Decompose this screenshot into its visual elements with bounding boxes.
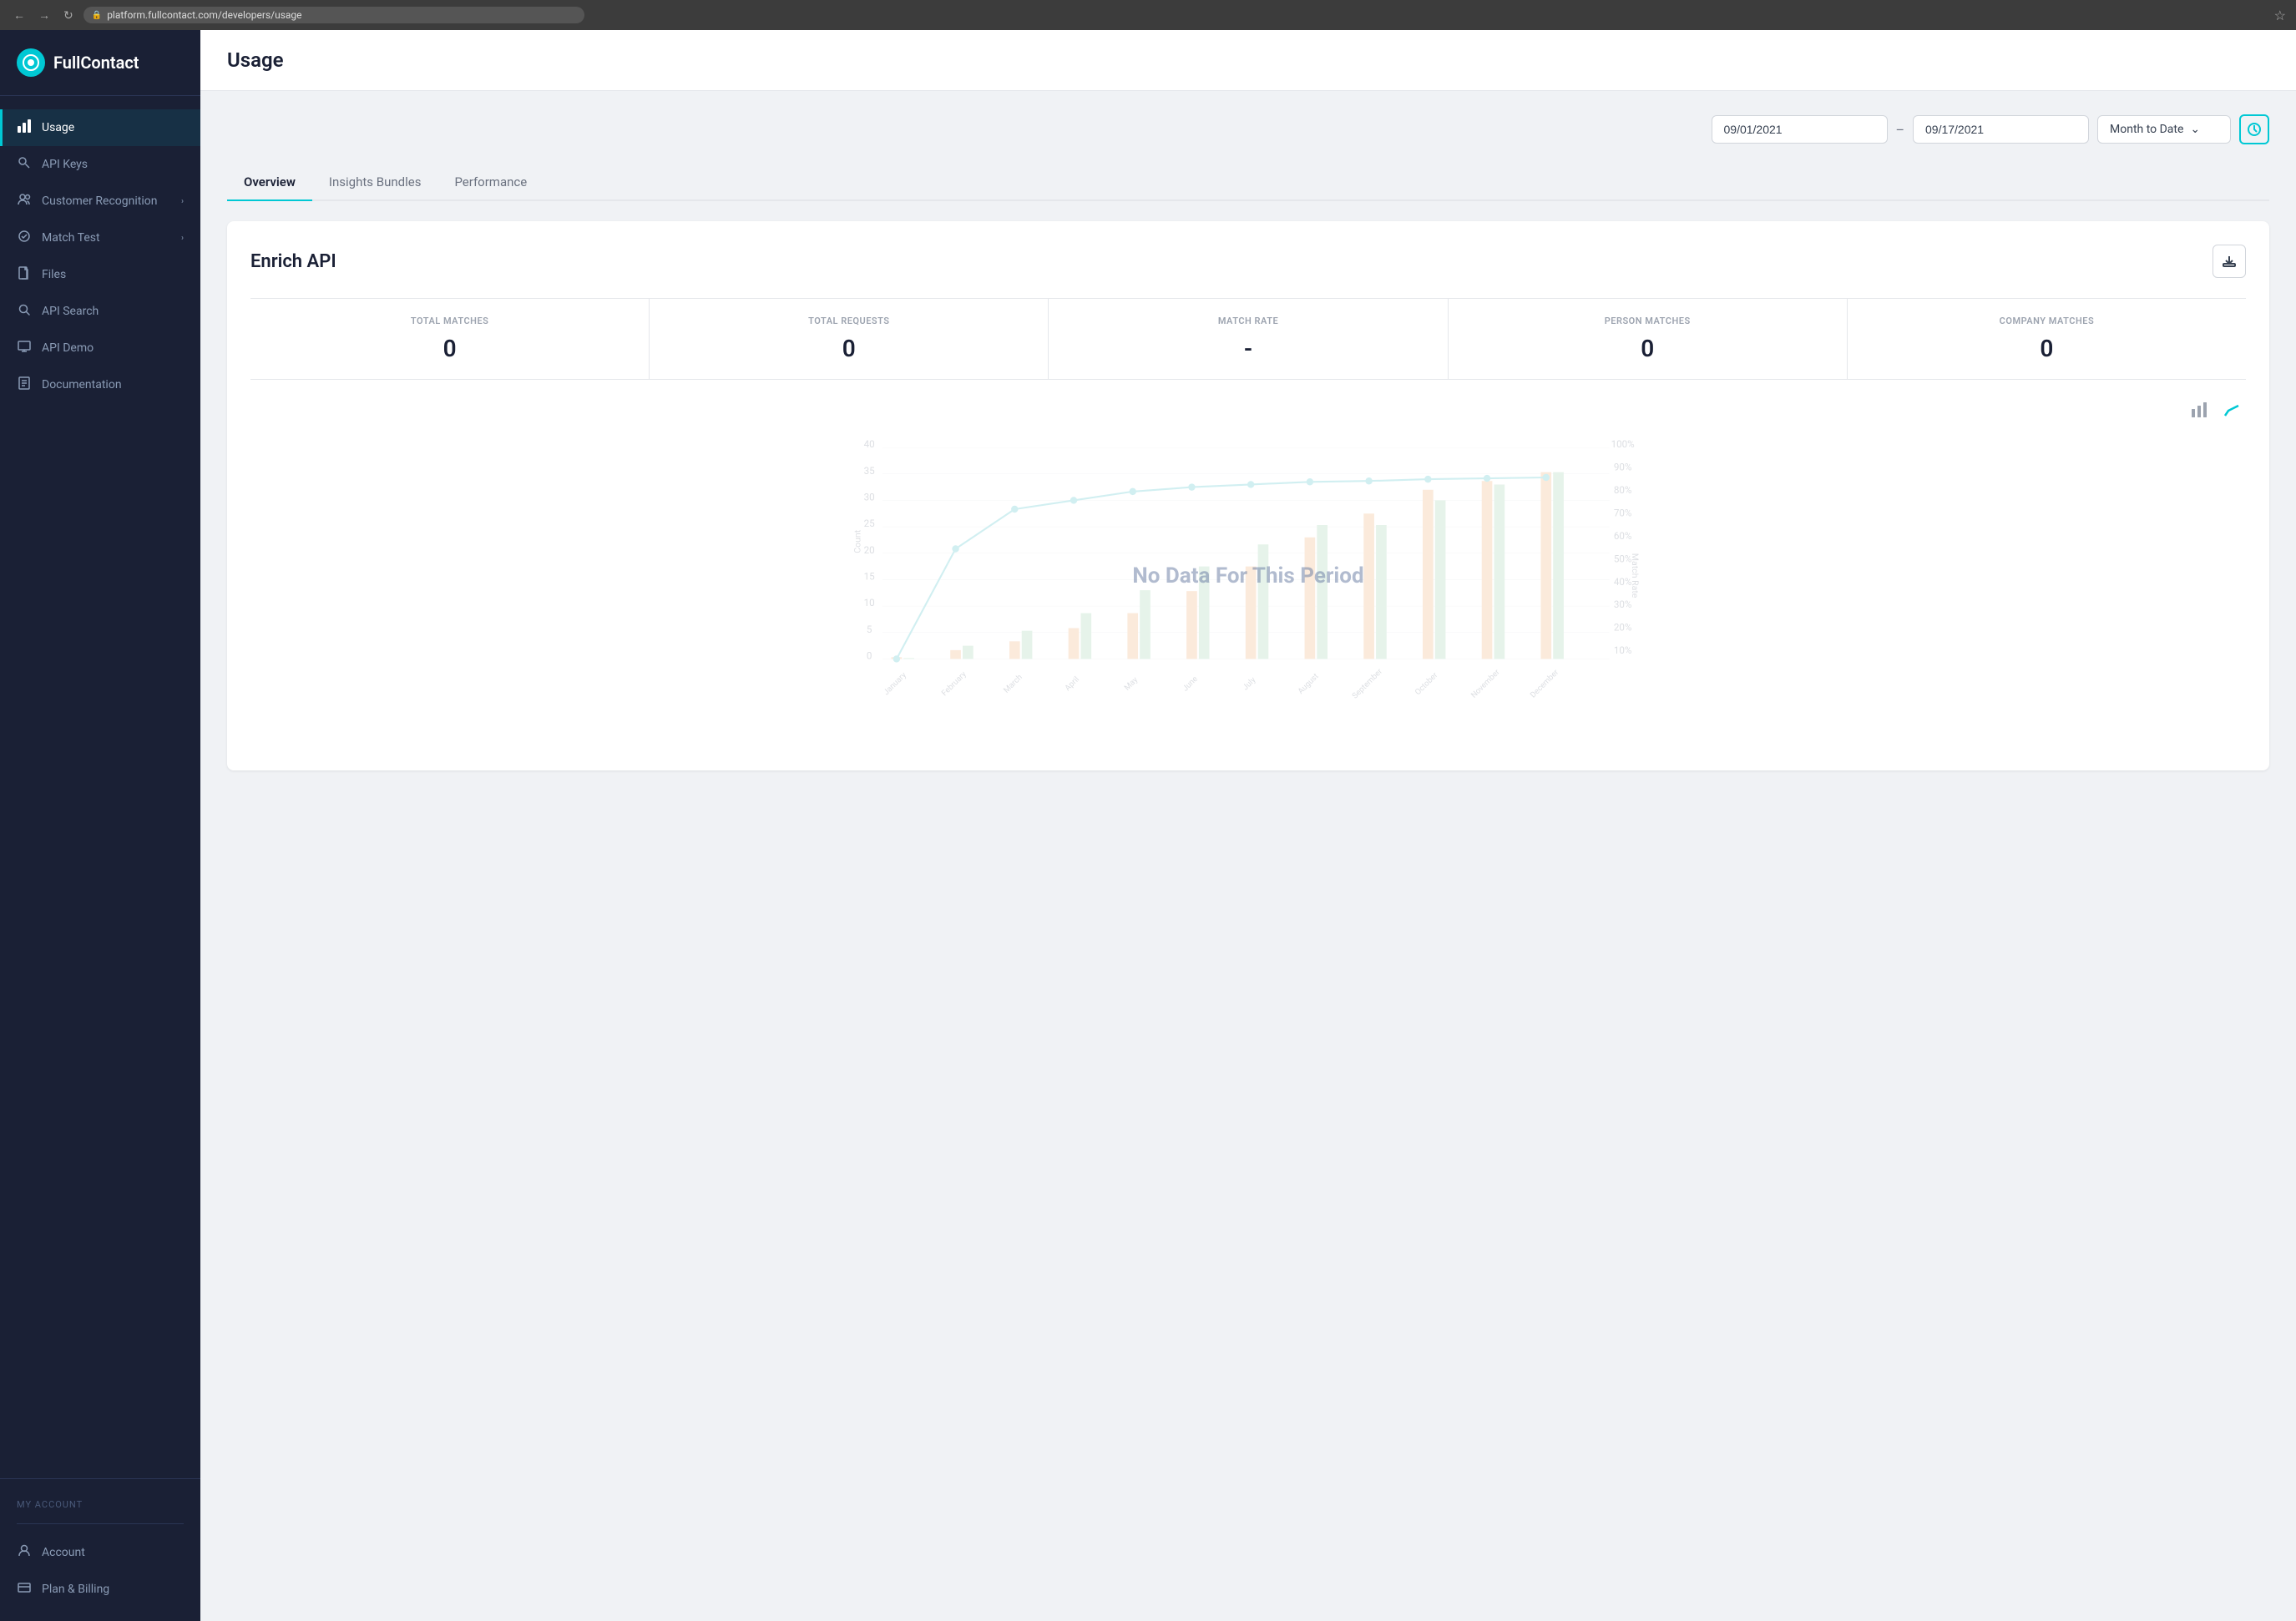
api-keys-icon <box>17 156 32 173</box>
stat-total-matches-value: 0 <box>264 335 635 362</box>
chart-line-button[interactable] <box>2219 396 2246 423</box>
card-header: Enrich API <box>250 245 2246 278</box>
url-bar[interactable]: 🔒 platform.fullcontact.com/developers/us… <box>83 7 584 23</box>
date-range-label: Month to Date <box>2110 123 2183 136</box>
stat-company-matches-value: 0 <box>1861 335 2233 362</box>
sidebar-item-files[interactable]: Files <box>0 256 200 293</box>
sidebar-item-usage-label: Usage <box>42 121 74 134</box>
stat-person-matches-label: PERSON MATCHES <box>1462 316 1833 326</box>
sidebar-item-api-search[interactable]: API Search <box>0 293 200 330</box>
match-test-icon <box>17 230 32 246</box>
files-icon <box>17 266 32 283</box>
sidebar-item-api-demo-label: API Demo <box>42 341 94 355</box>
logo-text: FullContact <box>53 53 139 73</box>
sidebar-divider <box>17 1523 184 1524</box>
forward-button[interactable]: → <box>35 7 53 23</box>
stat-total-requests-label: TOTAL REQUESTS <box>663 316 1034 326</box>
bookmark-icon[interactable]: ☆ <box>2274 8 2286 23</box>
browser-chrome: ← → ↻ 🔒 platform.fullcontact.com/develop… <box>0 0 2296 30</box>
stat-total-matches-label: TOTAL MATCHES <box>264 316 635 326</box>
start-date-input[interactable] <box>1712 115 1888 144</box>
enrich-api-card: Enrich API TOTAL MATCHES 0 <box>227 221 2269 770</box>
my-account-section-label: MY ACCOUNT <box>0 1492 200 1513</box>
match-test-chevron-icon: › <box>181 234 184 243</box>
page-title: Usage <box>227 48 2269 72</box>
api-search-icon <box>17 303 32 320</box>
tab-insights-bundles-label: Insights Bundles <box>329 174 422 189</box>
download-button[interactable] <box>2213 245 2246 278</box>
sidebar-item-account[interactable]: Account <box>0 1534 200 1571</box>
stat-match-rate-value: - <box>1062 335 1434 362</box>
plan-billing-icon <box>17 1581 32 1598</box>
sidebar-item-api-keys[interactable]: API Keys <box>0 146 200 183</box>
content-area: – Month to Date ⌄ Overview <box>200 91 2296 794</box>
lock-icon: 🔒 <box>92 11 102 20</box>
main-content: Usage – Month to Date ⌄ <box>200 30 2296 1621</box>
reload-button[interactable]: ↻ <box>60 7 77 24</box>
stat-match-rate: MATCH RATE - <box>1049 299 1448 379</box>
sidebar-item-api-search-label: API Search <box>42 305 99 318</box>
usage-icon <box>17 119 32 136</box>
back-button[interactable]: ← <box>10 7 28 23</box>
tab-insights-bundles[interactable]: Insights Bundles <box>312 164 438 199</box>
tabs-container: Overview Insights Bundles Performance <box>227 164 2269 201</box>
stat-company-matches: COMPANY MATCHES 0 <box>1848 299 2246 379</box>
sidebar-item-match-test-label: Match Test <box>42 231 100 245</box>
stats-row: TOTAL MATCHES 0 TOTAL REQUESTS 0 MATCH R… <box>250 298 2246 380</box>
sidebar-item-usage[interactable]: Usage <box>0 109 200 146</box>
url-text: platform.fullcontact.com/developers/usag… <box>107 9 301 21</box>
stat-total-matches: TOTAL MATCHES 0 <box>250 299 650 379</box>
no-data-text: No Data For This Period <box>1132 563 1363 588</box>
chart-bar-button[interactable] <box>2186 396 2213 423</box>
date-range-chevron-icon: ⌄ <box>2190 123 2200 136</box>
sidebar-item-account-label: Account <box>42 1546 85 1559</box>
tab-overview[interactable]: Overview <box>227 164 312 199</box>
no-data-overlay: No Data For This Period <box>250 430 2246 722</box>
customer-recognition-chevron-icon: › <box>181 197 184 206</box>
filter-row: – Month to Date ⌄ <box>227 114 2269 144</box>
tab-performance[interactable]: Performance <box>437 164 544 199</box>
date-range-select[interactable]: Month to Date ⌄ <box>2097 115 2231 144</box>
tab-performance-label: Performance <box>454 174 527 189</box>
page-header: Usage <box>200 30 2296 91</box>
sidebar-item-match-test[interactable]: Match Test › <box>0 220 200 256</box>
stat-total-requests-value: 0 <box>663 335 1034 362</box>
stat-total-requests: TOTAL REQUESTS 0 <box>650 299 1049 379</box>
account-icon <box>17 1544 32 1561</box>
sidebar: FullContact Usage API Keys Customer Reco… <box>0 30 200 1621</box>
tab-overview-label: Overview <box>244 174 296 189</box>
sidebar-item-plan-billing[interactable]: Plan & Billing <box>0 1571 200 1608</box>
sidebar-nav: Usage API Keys Customer Recognition › M <box>0 96 200 1478</box>
sidebar-item-files-label: Files <box>42 268 66 281</box>
sidebar-item-plan-billing-label: Plan & Billing <box>42 1583 109 1596</box>
refresh-button[interactable] <box>2239 114 2269 144</box>
sidebar-item-customer-recognition-label: Customer Recognition <box>42 194 157 208</box>
customer-recognition-icon <box>17 193 32 210</box>
chart-wrapper: No Data For This Period 40 35 30 25 20 1… <box>250 430 2246 747</box>
sidebar-bottom: MY ACCOUNT Account Plan & Billing <box>0 1478 200 1621</box>
stat-person-matches: PERSON MATCHES 0 <box>1449 299 1848 379</box>
sidebar-item-customer-recognition[interactable]: Customer Recognition › <box>0 183 200 220</box>
stat-match-rate-label: MATCH RATE <box>1062 316 1434 326</box>
stat-company-matches-label: COMPANY MATCHES <box>1861 316 2233 326</box>
chart-controls <box>250 396 2246 423</box>
logo-icon <box>17 48 45 77</box>
enrich-api-title: Enrich API <box>250 251 336 272</box>
end-date-input[interactable] <box>1913 115 2089 144</box>
sidebar-logo: FullContact <box>0 30 200 96</box>
date-separator: – <box>1896 122 1905 138</box>
documentation-icon <box>17 376 32 393</box>
stat-person-matches-value: 0 <box>1462 335 1833 362</box>
sidebar-item-documentation-label: Documentation <box>42 378 122 391</box>
app-wrapper: FullContact Usage API Keys Customer Reco… <box>0 30 2296 1621</box>
api-demo-icon <box>17 340 32 356</box>
sidebar-item-api-demo[interactable]: API Demo <box>0 330 200 366</box>
sidebar-item-documentation[interactable]: Documentation <box>0 366 200 403</box>
sidebar-item-api-keys-label: API Keys <box>42 158 88 171</box>
